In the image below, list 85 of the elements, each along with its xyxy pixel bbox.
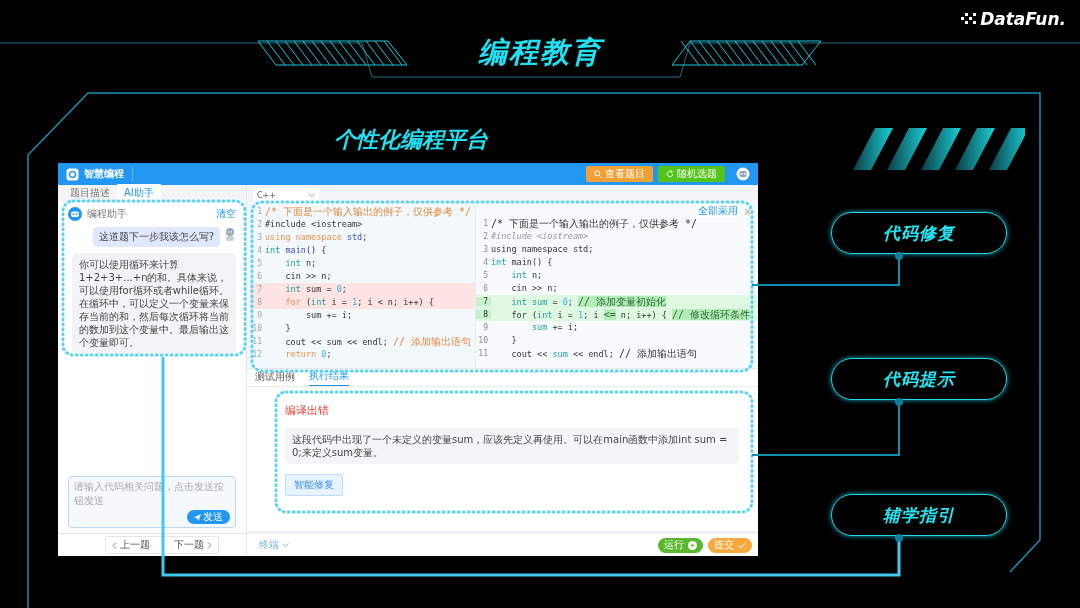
line-number: 5	[482, 271, 489, 280]
random-problem-button[interactable]: 随机选题	[658, 166, 725, 182]
line-number: 2	[482, 232, 489, 241]
terminal-link[interactable]: 终端	[259, 538, 289, 552]
user-avatar-icon	[224, 227, 236, 241]
line-number: 9	[482, 323, 489, 332]
check-icon	[738, 541, 746, 549]
code-line: cin >> n;	[510, 282, 558, 295]
code-line: for (int i = 1; i < n; i++) {	[284, 296, 434, 309]
code-line: int n;	[284, 257, 317, 270]
line-number: 3	[256, 233, 263, 242]
line-number: 1	[482, 219, 489, 228]
code-line: int sum = 0; // 添加变量初始化	[510, 294, 667, 309]
logo-icon	[961, 13, 978, 25]
line-number: 10	[477, 336, 489, 345]
code-line: cout << sum << endl; // 添加输出语句	[284, 334, 471, 349]
code-line: sum += i;	[530, 321, 578, 334]
line-number: 4	[256, 246, 263, 255]
line-number: 7	[256, 285, 263, 294]
clear-link[interactable]: 清空	[216, 207, 236, 221]
panel-tab[interactable]: 题目描述	[63, 184, 117, 202]
submit-button[interactable]: 提交	[708, 537, 752, 553]
slide-subtitle: 个性化编程平台	[334, 126, 489, 154]
feature-label: 辅学指引	[831, 494, 1007, 536]
send-button[interactable]: 发送	[187, 510, 230, 524]
code-line: }	[284, 322, 291, 335]
panel-tab[interactable]: AI助手	[117, 184, 161, 202]
chevron-right-icon	[207, 541, 212, 549]
line-number: 12	[251, 350, 263, 359]
code-line: #include <iostream>	[265, 218, 363, 231]
code-line: cout << sum << endl; // 添加输出语句	[510, 346, 698, 361]
logo: DataFun.	[980, 10, 1066, 28]
code-line: /* 下面是一个输入输出的例子，仅供参考 */	[491, 216, 698, 231]
assistant-name: 编程助手	[87, 207, 127, 221]
refresh-icon	[666, 170, 674, 178]
caret-icon	[308, 192, 315, 198]
code-line: cin >> n;	[284, 270, 332, 283]
assistant-message: 你可以使用循环来计算1+2+3+...+n的和。具体来说，可以使用for循环或者while循环。在循环中，可以定义一个变量来保存当前的和，然后每次循环将当前的数加到这个变量中。最后输出这个变量即可。	[72, 253, 236, 354]
result-tab[interactable]: 测试用例	[255, 370, 295, 386]
code-line: /* 下面是一个输入输出的例子，仅供参考 */	[265, 204, 472, 219]
code-line: int sum = 0;	[284, 283, 347, 296]
code-line: for (int i = 1; i <= n; i++) { // 修改循环条件	[510, 307, 751, 322]
app-name: 智慧编程	[84, 167, 133, 181]
caret-icon	[282, 542, 289, 548]
line-number: 6	[482, 284, 489, 293]
line-number: 2	[256, 220, 263, 229]
code-line: using namespace std;	[265, 231, 368, 244]
code-line: int n;	[510, 269, 543, 282]
search-icon	[594, 170, 602, 178]
brand-icon	[66, 167, 79, 181]
line-number: 9	[256, 311, 263, 320]
line-number: 1	[256, 207, 263, 216]
code-line: #include <iostream>	[491, 230, 589, 243]
line-number: 11	[477, 349, 489, 358]
robot-icon	[68, 207, 82, 221]
line-number: 3	[482, 245, 489, 254]
close-button[interactable]: ×	[743, 205, 752, 217]
accept-all-link[interactable]: 全部采用	[695, 204, 740, 218]
code-line: sum += i;	[304, 309, 352, 322]
feature-label: 代码修复	[831, 212, 1007, 254]
line-number: 7	[476, 297, 491, 306]
smart-fix-button[interactable]: 智能修复	[285, 474, 343, 496]
run-button[interactable]: 运行	[658, 537, 703, 553]
user-message: 这道题下一步我该怎么写?	[92, 227, 220, 247]
send-icon	[194, 513, 201, 521]
line-number: 5	[256, 259, 263, 268]
line-number: 8	[256, 298, 263, 307]
line-number: 4	[482, 258, 489, 267]
error-status: 编译出错	[285, 403, 329, 418]
code-line: int main() {	[491, 256, 553, 269]
code-line: int main() {	[265, 244, 327, 257]
code-line: }	[510, 334, 517, 347]
code-line: return 0;	[284, 348, 332, 361]
language-select[interactable]: C++	[253, 188, 319, 202]
code-line: using namespace std;	[491, 243, 594, 256]
line-number: 8	[476, 310, 491, 319]
play-icon	[688, 540, 697, 550]
line-number: 6	[256, 272, 263, 281]
feature-label: 代码提示	[831, 358, 1007, 400]
chevron-left-icon	[112, 541, 117, 549]
view-problem-button[interactable]: 查看题目	[586, 166, 653, 182]
error-message: 这段代码中出现了一个未定义的变量sum，应该先定义再使用。可以在main函数中添加int sum = 0;来定义sum变量。	[285, 428, 739, 464]
avatar-icon[interactable]	[736, 167, 750, 181]
line-number: 10	[251, 324, 263, 333]
line-number: 11	[251, 337, 263, 346]
